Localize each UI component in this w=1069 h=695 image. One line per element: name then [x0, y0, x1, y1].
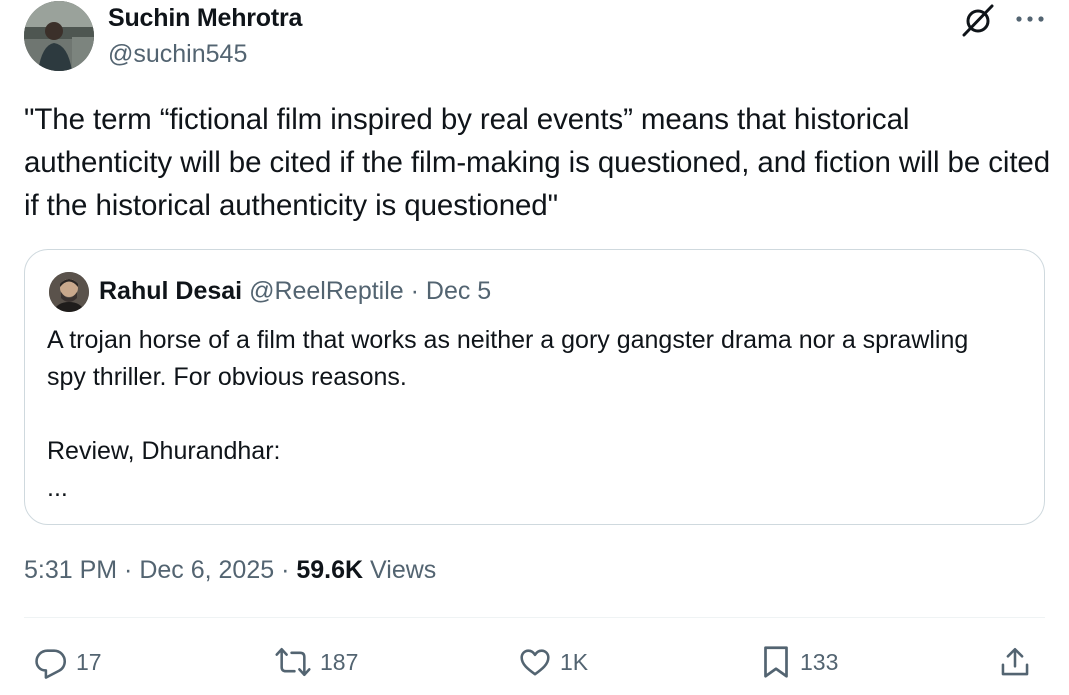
views-count: 59.6K: [296, 556, 364, 584]
quoted-text: A trojan horse of a film that works as n…: [47, 322, 1007, 507]
share-button[interactable]: [998, 642, 1032, 682]
avatar-photo: [24, 1, 94, 71]
tweet-meta: 5:31 PM · Dec 6, 2025 · 59.6K Views: [24, 556, 436, 585]
author-avatar[interactable]: [24, 1, 94, 71]
like-button[interactable]: 1K: [518, 642, 588, 682]
repost-button[interactable]: 187: [274, 642, 358, 682]
like-count: 1K: [560, 648, 589, 675]
tweet-time[interactable]: 5:31 PM: [24, 556, 117, 584]
meta-separator: ·: [117, 556, 140, 584]
repost-count: 187: [320, 648, 359, 675]
tweet-date[interactable]: Dec 6, 2025: [139, 556, 274, 584]
bookmark-icon: [764, 646, 788, 678]
quoted-author-avatar[interactable]: [49, 272, 89, 312]
reply-button[interactable]: 17: [34, 642, 102, 682]
bookmark-count: 133: [800, 648, 839, 675]
repost-icon: [275, 647, 311, 677]
like-icon: [520, 649, 550, 676]
divider: [24, 617, 1045, 618]
grok-icon: [962, 4, 994, 37]
quoted-text-line: [47, 396, 1007, 433]
author-name[interactable]: Suchin Mehrotra: [108, 4, 302, 33]
views-label: Views: [363, 556, 437, 584]
grok-button[interactable]: [958, 2, 998, 38]
tweet: Suchin Mehrotra @suchin545 "The term “fi…: [0, 0, 1069, 695]
reply-count: 17: [76, 648, 102, 675]
author-handle[interactable]: @suchin545: [108, 40, 247, 69]
quoted-text-line: ...: [47, 474, 68, 502]
reply-icon: [35, 649, 67, 679]
tweet-text: "The term “fictional film inspired by re…: [24, 103, 1051, 222]
quoted-text-line: A trojan horse of a film that works as n…: [47, 326, 969, 391]
quoted-author-handle[interactable]: @ReelReptile: [249, 277, 404, 305]
quoted-avatar-photo: [49, 272, 89, 312]
more-options-button[interactable]: [1010, 4, 1050, 34]
quoted-separator: ·: [403, 277, 426, 305]
bookmark-button[interactable]: 133: [760, 642, 838, 682]
quoted-date[interactable]: Dec 5: [426, 277, 491, 305]
quoted-tweet[interactable]: Rahul Desai @ReelReptile · Dec 5 A troja…: [24, 249, 1045, 525]
share-icon: [1001, 647, 1029, 676]
meta-separator: ·: [274, 556, 297, 584]
quoted-author-name[interactable]: Rahul Desai: [99, 277, 242, 305]
quoted-header: Rahul Desai @ReelReptile · Dec 5: [99, 277, 491, 306]
more-icon: [1016, 16, 1044, 22]
quoted-text-line: Review, Dhurandhar:: [47, 437, 281, 465]
